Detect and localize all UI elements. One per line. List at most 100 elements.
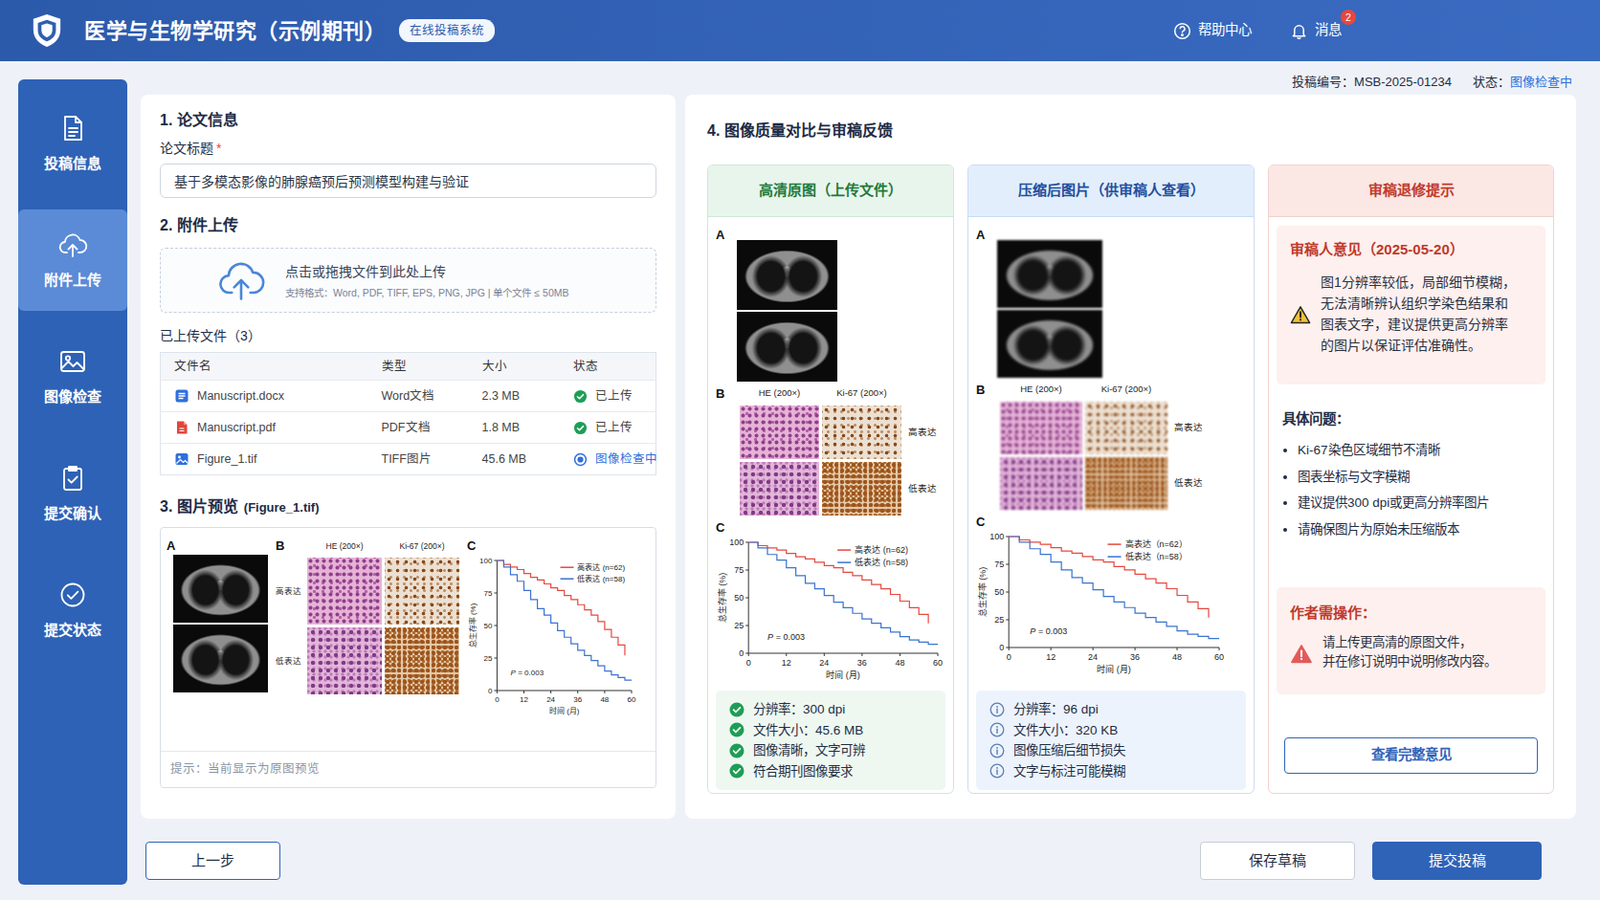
sidebar-item[interactable]: 投稿信息: [18, 92, 128, 195]
column-header: 文件名: [160, 353, 369, 381]
file-row[interactable]: Figure_1.tifTIFF图片45.6 MB图像检查中: [160, 444, 657, 476]
submission-status-value: 图像检查中: [1510, 74, 1573, 89]
journal-title: 医学与生物学研究（示例期刊）: [84, 15, 386, 47]
check-circle-icon: [729, 722, 745, 738]
info-circle-icon: [989, 743, 1005, 759]
section-heading: 3. 图片预览: [159, 498, 239, 515]
histology-image: [1000, 401, 1083, 455]
x-tick-label: 36: [1130, 652, 1140, 663]
stain-label: HE (200×): [1000, 381, 1083, 400]
x-tick-mark: [496, 690, 498, 694]
survival-curve: [748, 542, 938, 645]
check-text: 图像清晰，文字可辨: [753, 740, 866, 762]
x-tick-label: 12: [1045, 652, 1056, 663]
submit-button[interactable]: 提交投稿: [1372, 842, 1542, 881]
legend-label: 低表达 (n=58): [577, 574, 625, 584]
panel-b: BHE (200×)Ki-67 (200×)高表达低表达: [275, 537, 460, 752]
p-value: P= 0.003: [767, 632, 805, 643]
figure: ABHE (200×)Ki-67 (200×)高表达低表达C0255075100…: [715, 226, 946, 681]
y-tick-label: 0: [738, 648, 744, 659]
issues-list: Ki-67染色区域细节不清晰图表坐标与文字模糊建议提供300 dpi或更高分辨率…: [1276, 437, 1546, 543]
check-text: 分辨率：96 dpi: [1013, 699, 1099, 721]
panel-a: A: [715, 226, 946, 382]
p-label: P: [1029, 626, 1036, 637]
file-row[interactable]: Manuscript.pdfPDF文档1.8 MB已上传: [160, 412, 657, 445]
x-tick-label: 12: [519, 695, 529, 705]
legend-label: 低表达 (n=58): [854, 556, 909, 568]
x-tick-mark: [937, 653, 939, 657]
figure: ABHE (200×)Ki-67 (200×)高表达低表达C0255075100…: [160, 528, 656, 752]
file-row[interactable]: Manuscript.docxWord文档2.3 MB已上传: [160, 380, 657, 413]
back-button[interactable]: 上一步: [145, 842, 281, 881]
sidebar-item[interactable]: 提交状态: [18, 559, 128, 662]
help-center-link[interactable]: 帮助中心: [1173, 20, 1252, 42]
p-value-text: = 0.003: [776, 632, 805, 643]
x-tick-mark: [1134, 647, 1136, 651]
messages-link[interactable]: 消息2: [1289, 20, 1342, 42]
opinion-text: 无法清晰辨认组织学染色结果和: [1320, 292, 1516, 314]
file-size: 1.8 MB: [468, 412, 560, 445]
stain-label: Ki-67 (200×): [384, 537, 460, 556]
check-item: 符合期刊图像要求: [729, 761, 933, 783]
paper-title-input[interactable]: [159, 163, 657, 199]
save-draft-button[interactable]: 保存草稿: [1200, 842, 1356, 881]
y-tick-mark: [745, 625, 749, 627]
x-tick-label: 36: [857, 658, 867, 668]
alert-icon: [1289, 635, 1313, 672]
dropzone-text: 点击或拖拽文件到此处上传: [285, 262, 569, 282]
y-tick-label: 50: [733, 593, 744, 603]
check-text: 文件大小：320 KB: [1013, 720, 1118, 742]
file-status: 已上传: [595, 387, 633, 406]
ct-scan-image: [997, 310, 1103, 378]
file-type: PDF文档: [368, 412, 469, 445]
x-tick-mark: [785, 653, 787, 657]
check-text: 文字与标注可能模糊: [1013, 761, 1126, 783]
check-circle-icon: [729, 702, 745, 718]
section-heading: 2. 附件上传: [159, 215, 657, 237]
file-name: Manuscript.pdf: [197, 419, 276, 438]
figure-preview: ABHE (200×)Ki-67 (200×)高表达低表达C0255075100…: [159, 527, 657, 789]
histology-image: [307, 627, 382, 695]
sidebar-item-label: 投稿信息: [44, 153, 102, 176]
p-value-text: = 0.003: [517, 668, 544, 678]
panel-label: A: [166, 537, 268, 556]
upload-dropzone[interactable]: 点击或拖拽文件到此处上传支持格式：Word, PDF, TIFF, EPS, P…: [159, 247, 657, 313]
file-type: Word文档: [368, 380, 469, 413]
x-tick-label: 12: [781, 658, 792, 668]
reviewer-opinion: 审稿人意见（2025-05-20）图1分辨率较低，局部细节模糊，无法清晰辨认组织…: [1276, 225, 1546, 385]
action-text: 并在修订说明中说明修改内容。: [1322, 652, 1497, 672]
y-tick-mark: [745, 542, 749, 544]
compressed-image-panel: 压缩后图片（供审稿人查看）ABHE (200×)Ki-67 (200×)高表达低…: [967, 164, 1255, 795]
sidebar-item[interactable]: 提交确认: [18, 443, 128, 545]
opinion-text: 图表文字，建议提供更高分辨率: [1320, 313, 1516, 335]
sidebar-item[interactable]: 图像检查: [18, 326, 128, 428]
panel-label: A: [715, 226, 737, 382]
survival-curve: [496, 560, 632, 681]
expression-label: 低表达: [275, 627, 305, 695]
y-tick-label: 75: [994, 559, 1004, 570]
column-header: 大小: [468, 353, 560, 381]
y-tick-mark: [493, 625, 497, 627]
ct-scan-image: [997, 240, 1103, 309]
legend-swatch: [837, 549, 851, 552]
check-circle-icon: [729, 763, 745, 779]
legend-swatch: [559, 577, 574, 580]
x-tick-label: 60: [1214, 652, 1224, 663]
check-item: 图像清晰，文字可辨: [729, 740, 933, 762]
legend-label: 高表达（n=62）: [1125, 538, 1188, 550]
survival-chart: 025507510001224364860时间 (月)总生存率 (%)高表达 (…: [466, 555, 640, 716]
chart-axis: [1008, 536, 1220, 648]
preview-hint: 提示：当前显示为原图预览: [160, 751, 656, 788]
legend-swatch: [837, 561, 851, 564]
preview-heading: 3. 图片预览(Figure_1.tif): [159, 496, 657, 519]
x-tick-mark: [1219, 647, 1221, 651]
expression-label: 高表达: [1170, 401, 1203, 455]
panel-label: C: [715, 519, 946, 537]
shield-logo-icon: [30, 12, 64, 49]
sidebar-item[interactable]: 附件上传: [18, 209, 128, 312]
file-status: 图像检查中: [595, 450, 658, 469]
file-size: 45.6 MB: [468, 444, 560, 476]
file-type: TIFF图片: [368, 444, 469, 476]
view-full-comments-button[interactable]: 查看完整意见: [1284, 737, 1538, 775]
legend-swatch: [559, 566, 574, 569]
